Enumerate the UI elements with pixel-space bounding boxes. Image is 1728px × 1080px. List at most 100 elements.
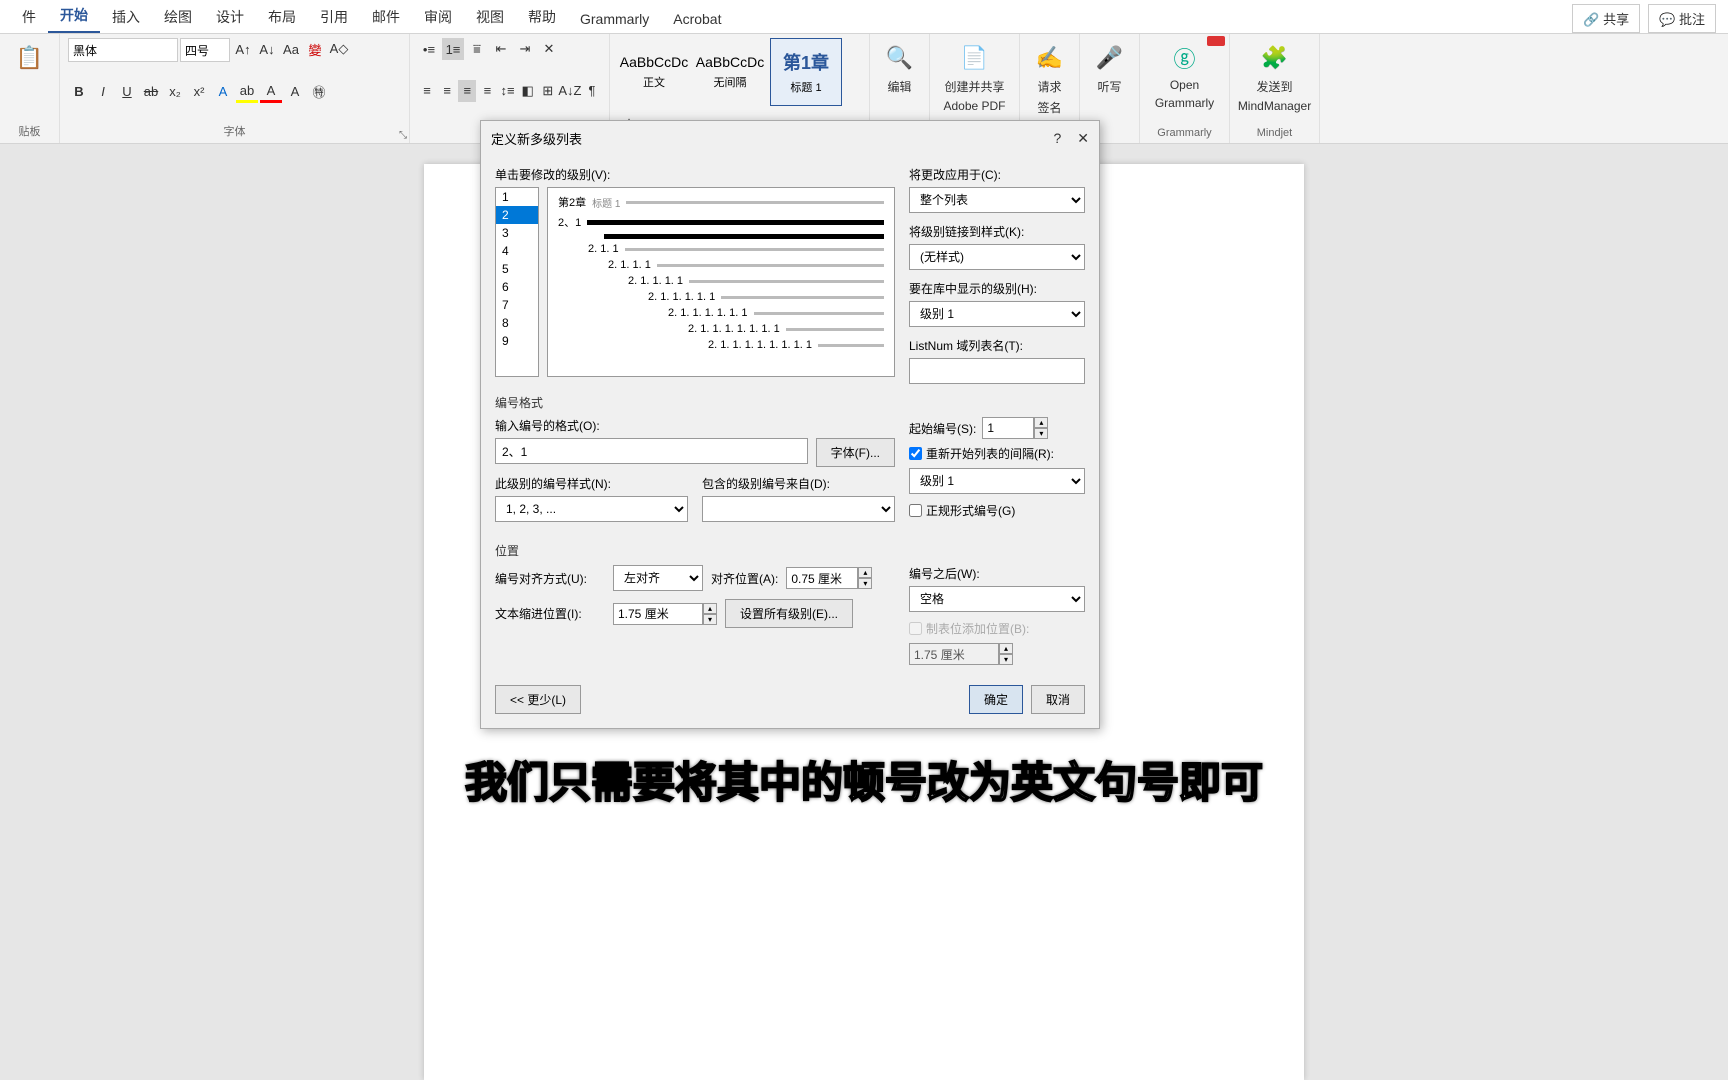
grow-font-button[interactable]: A↑: [232, 38, 254, 60]
font-launcher-icon[interactable]: ⤡: [399, 130, 407, 141]
include-from-select[interactable]: [702, 496, 895, 522]
sort-button[interactable]: A↓Z: [559, 80, 581, 102]
shading-button[interactable]: ◧: [519, 80, 537, 102]
tab-design[interactable]: 设计: [204, 0, 256, 33]
superscript-button[interactable]: x²: [188, 81, 210, 103]
style-normal[interactable]: AaBbCcDc正文: [618, 38, 690, 106]
font-button[interactable]: 字体(F)...: [816, 438, 895, 467]
italic-button[interactable]: I: [92, 81, 114, 103]
level-item-9[interactable]: 9: [496, 332, 538, 350]
text-effect-button[interactable]: A: [212, 81, 234, 103]
chevron-down-icon[interactable]: ▾: [1034, 428, 1048, 439]
decrease-indent-button[interactable]: ⇤: [490, 38, 512, 60]
tab-home[interactable]: 开始: [48, 0, 100, 33]
tab-references[interactable]: 引用: [308, 0, 360, 33]
bold-button[interactable]: B: [68, 81, 90, 103]
legal-checkbox[interactable]: [909, 504, 922, 517]
subscript-button[interactable]: x₂: [164, 81, 186, 103]
ok-button[interactable]: 确定: [969, 685, 1023, 714]
text-indent-spinner[interactable]: ▴▾: [613, 603, 717, 625]
increase-indent-button[interactable]: ⇥: [514, 38, 536, 60]
num-style-select[interactable]: 1, 2, 3, ...: [495, 496, 688, 522]
change-case-button[interactable]: Aa: [280, 38, 302, 60]
multilevel-button[interactable]: ⩸: [466, 38, 488, 60]
comments-button[interactable]: 💬 批注: [1648, 4, 1716, 33]
highlight-button[interactable]: ab: [236, 81, 258, 103]
enclose-char-button[interactable]: ㊕: [308, 81, 330, 103]
align-justify-button[interactable]: ≡: [458, 80, 476, 102]
show-in-select[interactable]: 级别 1: [909, 301, 1085, 327]
chevron-down-icon[interactable]: ▾: [703, 614, 717, 625]
level-item-5[interactable]: 5: [496, 260, 538, 278]
level-item-7[interactable]: 7: [496, 296, 538, 314]
adobe-pdf-button[interactable]: 📄创建并共享Adobe PDF: [938, 38, 1011, 117]
font-name-combo[interactable]: 黑体: [68, 38, 178, 62]
mindmanager-button[interactable]: 🧩发送到MindManager: [1238, 38, 1311, 117]
l1: 创建并共享: [944, 78, 1004, 95]
share-button[interactable]: 🔗 共享: [1572, 4, 1640, 33]
level-item-4[interactable]: 4: [496, 242, 538, 260]
tab-acrobat[interactable]: Acrobat: [661, 3, 733, 33]
less-button[interactable]: << 更少(L): [495, 685, 581, 714]
align-left-button[interactable]: ≡: [418, 80, 436, 102]
chevron-up-icon[interactable]: ▴: [703, 603, 717, 614]
level-item-2[interactable]: 2: [496, 206, 538, 224]
line-spacing-button[interactable]: ↕≡: [499, 80, 517, 102]
strike-button[interactable]: ab: [140, 81, 162, 103]
chevron-up-icon[interactable]: ▴: [858, 567, 872, 578]
level-item-1[interactable]: 1: [496, 188, 538, 206]
find-button[interactable]: 🔍编辑: [878, 38, 921, 99]
dictate-button[interactable]: 🎤听写: [1088, 38, 1131, 99]
number-format-input[interactable]: [495, 438, 808, 464]
char-shading-button[interactable]: A: [284, 81, 306, 103]
close-icon[interactable]: ✕: [1077, 130, 1089, 147]
level-item-3[interactable]: 3: [496, 224, 538, 242]
font-color-button[interactable]: A: [260, 81, 282, 103]
tab-grammarly[interactable]: Grammarly: [568, 3, 661, 33]
help-icon[interactable]: ?: [1053, 130, 1061, 147]
level-item-6[interactable]: 6: [496, 278, 538, 296]
follow-select[interactable]: 空格: [909, 586, 1085, 612]
level-list[interactable]: 123456789: [495, 187, 539, 377]
tab-help[interactable]: 帮助: [516, 0, 568, 33]
show-marks-button[interactable]: ¶: [583, 80, 601, 102]
paste-button[interactable]: 📋: [8, 38, 51, 78]
underline-button[interactable]: U: [116, 81, 138, 103]
asian-layout-button[interactable]: ✕: [538, 38, 560, 60]
tab-draw[interactable]: 绘图: [152, 0, 204, 33]
grammarly-button[interactable]: ⓖOpenGrammarly: [1148, 38, 1221, 114]
align-select[interactable]: 左对齐: [613, 565, 703, 591]
clear-format-button[interactable]: A◇: [328, 38, 350, 60]
tab-file[interactable]: 件: [10, 0, 48, 33]
restart-checkbox[interactable]: [909, 447, 922, 460]
apply-to-select[interactable]: 整个列表: [909, 187, 1085, 213]
tab-view[interactable]: 视图: [464, 0, 516, 33]
cancel-button[interactable]: 取消: [1031, 685, 1085, 714]
phonetic-button[interactable]: 變: [304, 38, 326, 60]
numbering-button[interactable]: 1≡: [442, 38, 464, 60]
bullets-button[interactable]: •≡: [418, 38, 440, 60]
chevron-up-icon[interactable]: ▴: [1034, 417, 1048, 428]
listnum-input[interactable]: [909, 358, 1085, 384]
preview-line: [558, 234, 884, 239]
chevron-down-icon[interactable]: ▾: [858, 578, 872, 589]
tab-insert[interactable]: 插入: [100, 0, 152, 33]
shrink-font-button[interactable]: A↓: [256, 38, 278, 60]
style-label: 无间隔: [714, 74, 747, 90]
align-center-button[interactable]: ≡: [438, 80, 456, 102]
restart-select[interactable]: 级别 1: [909, 468, 1085, 494]
tab-mail[interactable]: 邮件: [360, 0, 412, 33]
sign-button[interactable]: ✍请求签名: [1028, 38, 1071, 120]
tab-review[interactable]: 审阅: [412, 0, 464, 33]
set-all-levels-button[interactable]: 设置所有级别(E)...: [725, 599, 853, 628]
align-at-spinner[interactable]: ▴▾: [786, 567, 872, 589]
font-size-combo[interactable]: 四号: [180, 38, 230, 62]
style-heading1[interactable]: 第1章标题 1: [770, 38, 842, 106]
borders-button[interactable]: ⊞: [539, 80, 557, 102]
level-item-8[interactable]: 8: [496, 314, 538, 332]
tab-layout[interactable]: 布局: [256, 0, 308, 33]
start-at-spinner[interactable]: ▴▾: [982, 417, 1048, 439]
link-style-select[interactable]: (无样式): [909, 244, 1085, 270]
style-nospace[interactable]: AaBbCcDc无间隔: [694, 38, 766, 106]
align-dist-button[interactable]: ≡: [478, 80, 496, 102]
